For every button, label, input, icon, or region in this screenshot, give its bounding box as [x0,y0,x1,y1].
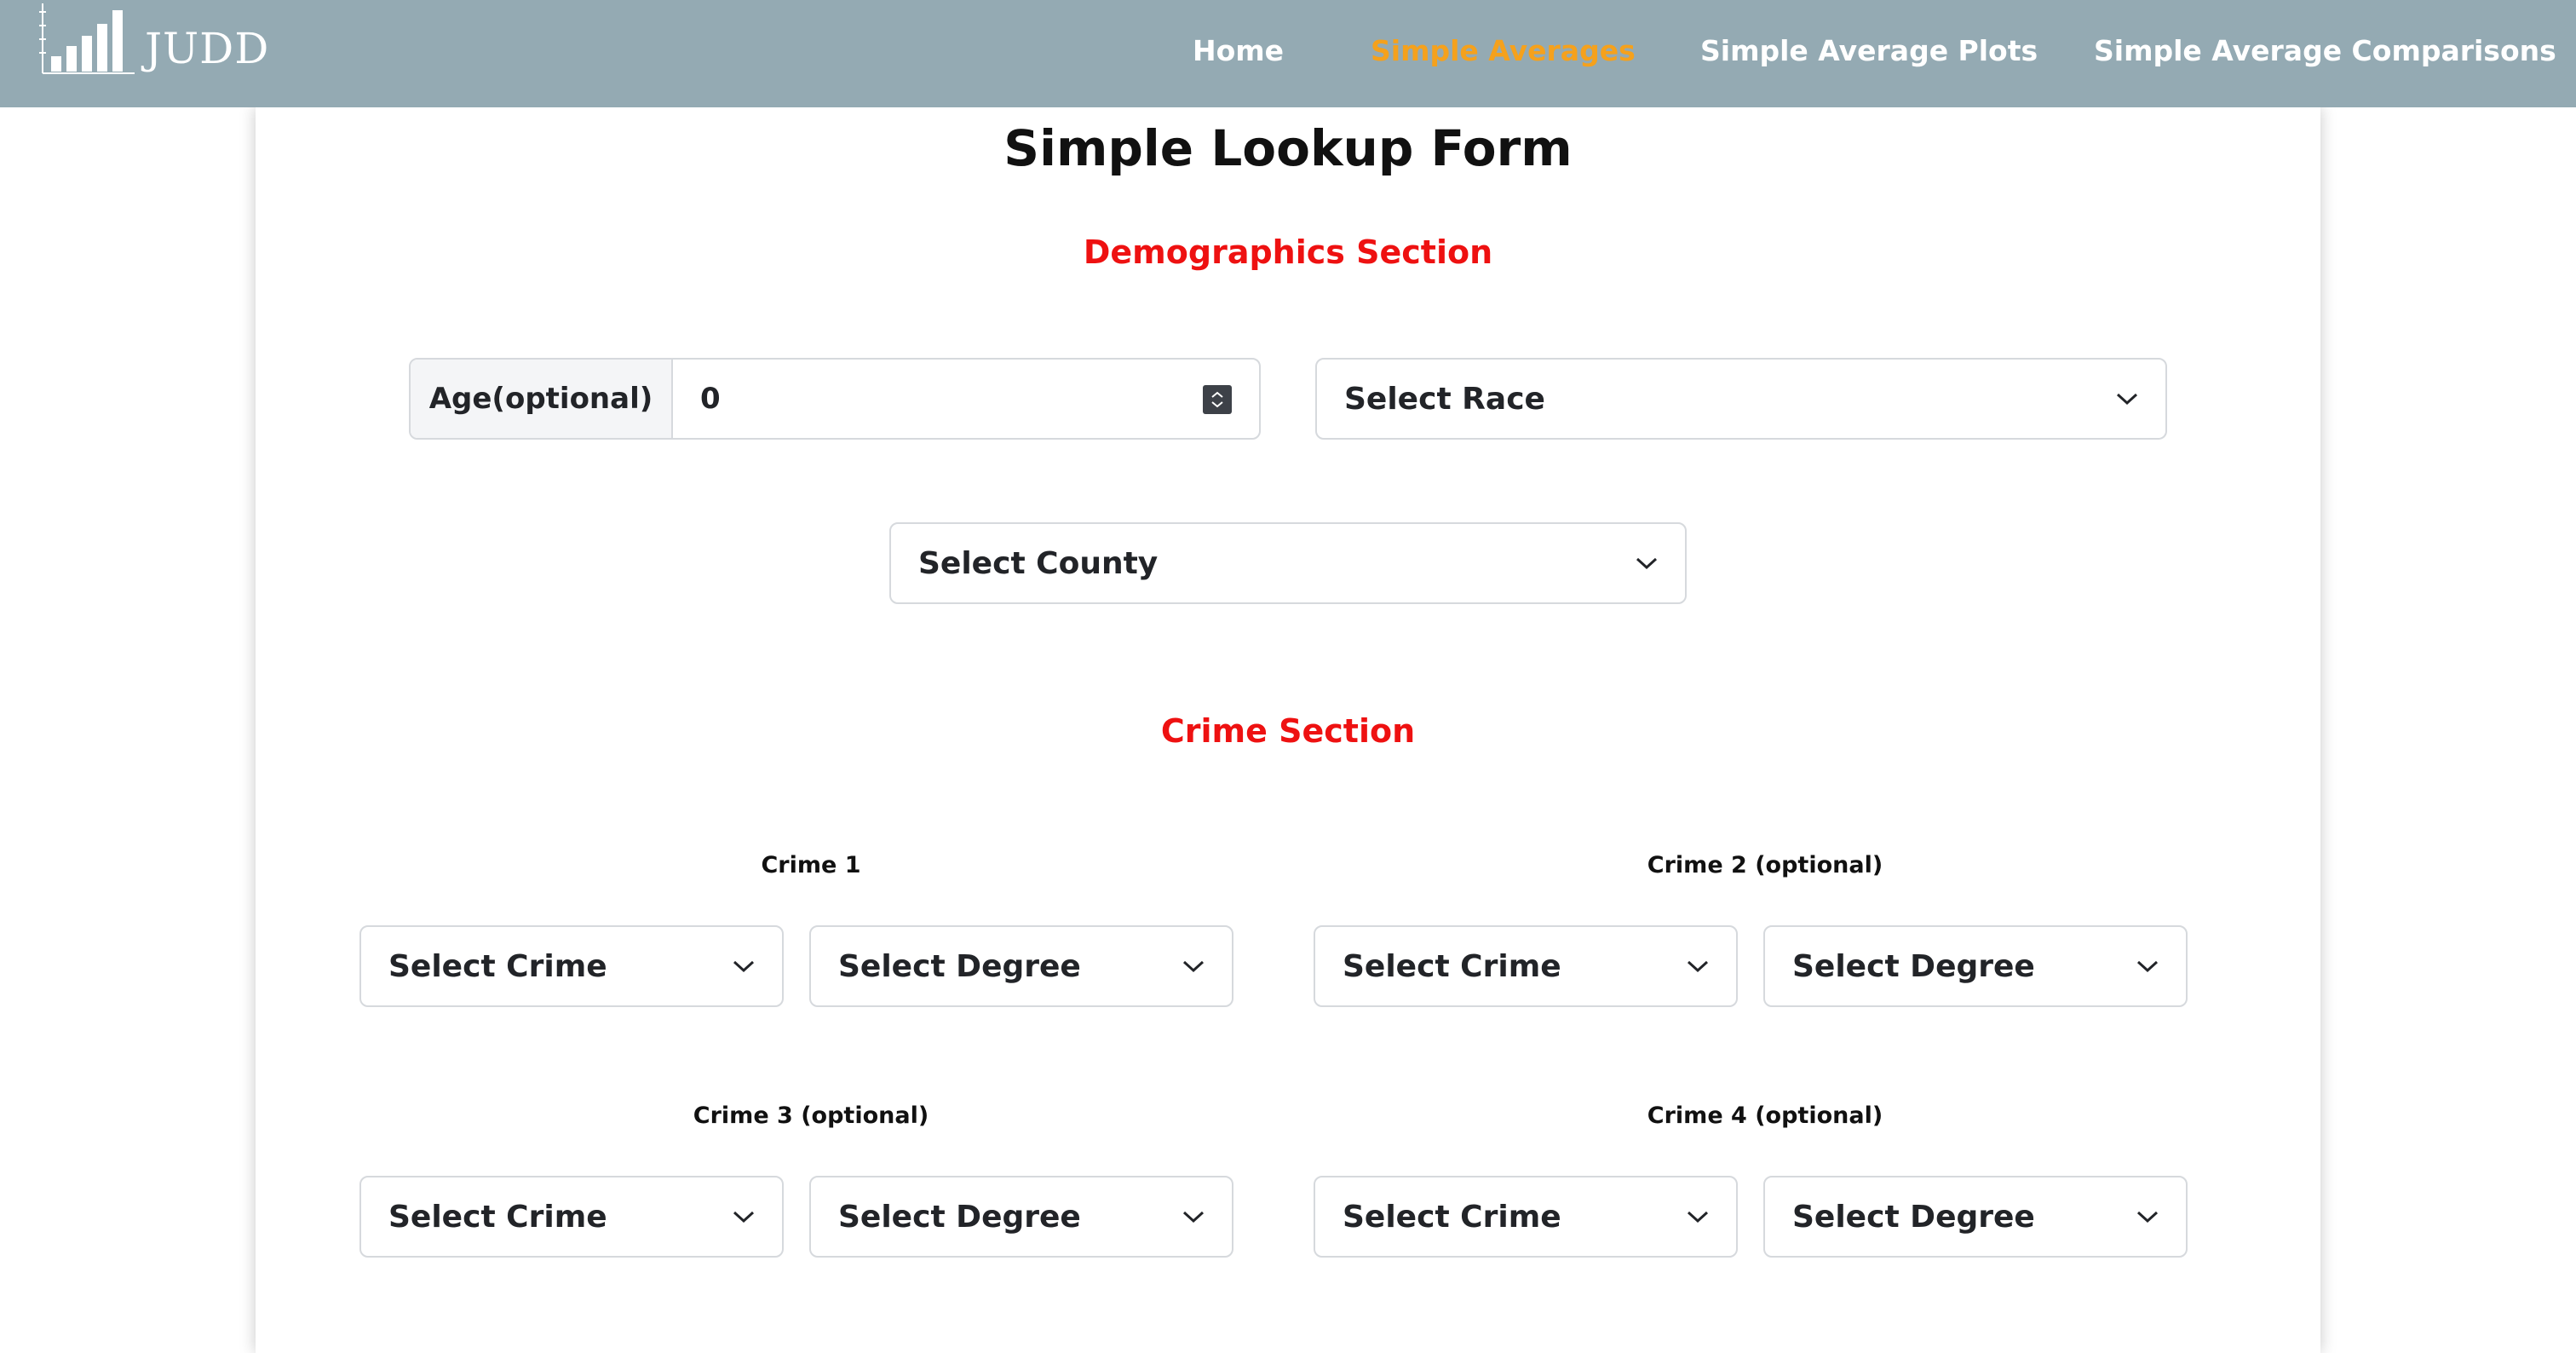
degree-select-value: Select Degree [838,1199,1081,1235]
crime-4-label: Crime 4 (optional) [1647,1103,1883,1129]
chevron-down-icon [1687,960,1709,973]
nav-link-simple-average-plots[interactable]: Simple Average Plots [1700,34,2038,67]
crime-1-label: Crime 1 [761,852,861,878]
top-navbar: JUDD Home Simple Averages Simple Average… [0,0,2576,107]
crime-3-degree-select[interactable]: Select Degree [809,1176,1233,1258]
crime-2-crime-select[interactable]: Select Crime [1314,925,1738,1007]
chevron-down-icon [2136,960,2159,973]
crime-3-label: Crime 3 (optional) [693,1103,929,1129]
brand-name: JUDD [145,24,270,73]
age-input-group: Age(optional) 0 [409,358,1261,440]
chevron-down-icon [1182,1211,1205,1223]
page-title: Simple Lookup Form [1003,119,1573,177]
nav-link-simple-averages[interactable]: Simple Averages [1371,34,1636,67]
chevron-down-icon [2136,1211,2159,1223]
crime-2-label: Crime 2 (optional) [1647,852,1883,878]
crime-select-value: Select Crime [1343,1199,1561,1235]
lookup-form-card: Simple Lookup Form Demographics Section … [256,107,2320,1353]
crime-section-title: Crime Section [1160,712,1416,750]
race-select-value: Select Race [1344,381,1545,417]
crime-1-degree-select[interactable]: Select Degree [809,925,1233,1007]
degree-select-value: Select Degree [1792,948,2035,984]
crime-1-crime-select[interactable]: Select Crime [359,925,784,1007]
chevron-down-icon [1687,1211,1709,1223]
chevron-down-icon [1182,960,1205,973]
chevron-down-icon [733,960,755,973]
nav-link-home[interactable]: Home [1193,34,1284,67]
county-select-value: Select County [918,545,1159,581]
chevron-down-icon [1636,557,1658,570]
race-select[interactable]: Select Race [1315,358,2167,440]
demographics-section-title: Demographics Section [1083,233,1493,271]
number-spinner-icon[interactable] [1203,385,1232,414]
crime-4-degree-select[interactable]: Select Degree [1763,1176,2188,1258]
nav-link-simple-average-comparisons[interactable]: Simple Average Comparisons [2094,34,2556,67]
age-input[interactable]: 0 [673,360,1203,438]
bar-chart-logo-icon [39,3,135,74]
crime-select-value: Select Crime [388,1199,607,1235]
crime-select-value: Select Crime [1343,948,1561,984]
brand-link[interactable]: JUDD [39,3,269,75]
crime-2-degree-select[interactable]: Select Degree [1763,925,2188,1007]
crime-select-value: Select Crime [388,948,607,984]
chevron-down-icon [2116,393,2138,406]
chevron-down-icon [733,1211,755,1223]
degree-select-value: Select Degree [838,948,1081,984]
crime-4-crime-select[interactable]: Select Crime [1314,1176,1738,1258]
age-label: Age(optional) [411,360,673,438]
county-select[interactable]: Select County [889,522,1687,604]
crime-3-crime-select[interactable]: Select Crime [359,1176,784,1258]
degree-select-value: Select Degree [1792,1199,2035,1235]
